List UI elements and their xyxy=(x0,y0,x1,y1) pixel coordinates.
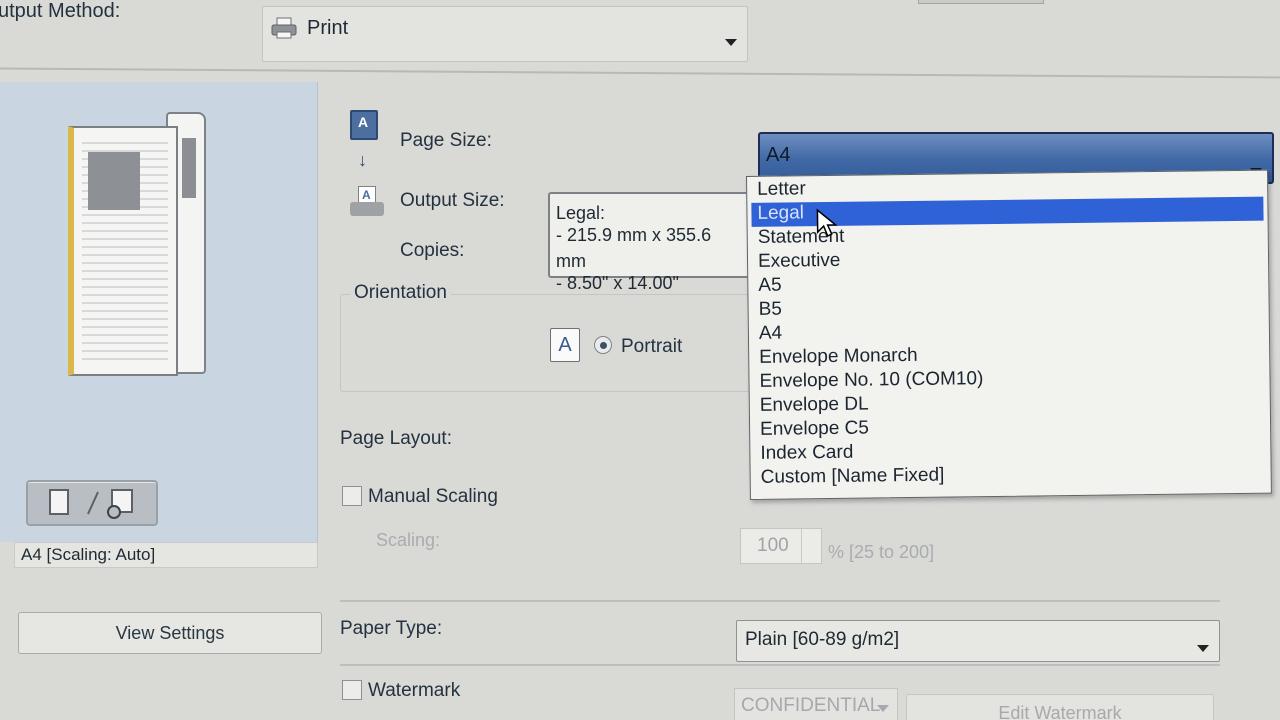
watermark-label[interactable]: Watermark xyxy=(368,680,460,702)
dropdown-option[interactable]: Envelope DL xyxy=(760,394,869,419)
paper-type-label: Paper Type: xyxy=(340,618,443,639)
dropdown-option[interactable]: A4 xyxy=(759,323,783,347)
preview-page xyxy=(68,126,178,376)
preview-image-placeholder xyxy=(88,152,140,210)
dropdown-option[interactable]: Letter xyxy=(757,178,806,203)
portrait-icon: A xyxy=(550,328,580,362)
output-size-label: Output Size: xyxy=(400,190,505,211)
dropdown-option[interactable]: Envelope No. 10 (COM10) xyxy=(759,368,983,395)
manual-scaling-checkbox[interactable] xyxy=(342,486,362,506)
page-size-icon xyxy=(350,110,378,140)
page-layout-label: Page Layout: xyxy=(340,428,452,449)
dropdown-option[interactable]: Executive xyxy=(758,250,841,275)
view-settings-button[interactable]: View Settings xyxy=(18,612,322,654)
tooltip-line-inch: - 8.50" x 14.00" xyxy=(556,273,679,293)
page-size-label: Page Size: xyxy=(400,130,492,151)
preview-panel xyxy=(0,82,318,542)
copies-label: Copies: xyxy=(400,240,465,261)
chevron-down-icon xyxy=(1197,645,1209,652)
divider xyxy=(340,664,1220,666)
orientation-title: Orientation xyxy=(350,282,451,304)
manual-scaling-label[interactable]: Manual Scaling xyxy=(368,486,498,508)
watermark-value: CONFIDENTIAL xyxy=(741,695,881,716)
output-method-label: utput Method: xyxy=(0,0,121,22)
scaling-spinner[interactable]: 100 xyxy=(740,528,822,564)
preview-layout-toggle[interactable] xyxy=(26,480,158,526)
portrait-label[interactable]: Portrait xyxy=(621,336,682,358)
watermark-checkbox[interactable] xyxy=(342,680,362,700)
paper-type-value: Plain [60-89 g/m2] xyxy=(745,629,900,650)
scaling-value: 100 xyxy=(757,535,789,556)
output-method-select[interactable]: Print xyxy=(262,6,748,62)
output-tray-icon xyxy=(350,186,384,216)
preview-caption: A4 [Scaling: Auto] xyxy=(14,542,318,568)
chevron-down-icon xyxy=(725,39,737,46)
top-right-button[interactable] xyxy=(918,0,1044,4)
watermark-select[interactable]: CONFIDENTIAL xyxy=(734,688,898,720)
printer-icon xyxy=(271,17,297,39)
dropdown-option[interactable]: A5 xyxy=(758,275,782,299)
portrait-radio[interactable] xyxy=(594,336,612,354)
dropdown-option[interactable]: Envelope C5 xyxy=(760,418,869,443)
scaling-range: % [25 to 200] xyxy=(828,542,935,562)
size-tooltip: Legal: - 215.9 mm x 355.6 mm - 8.50" x 1… xyxy=(548,192,754,293)
dropdown-option[interactable]: Envelope Monarch xyxy=(759,345,918,371)
mouse-cursor-icon xyxy=(816,208,838,238)
arrow-down-icon: ↓ xyxy=(358,150,367,170)
page-layout-icon xyxy=(49,489,133,519)
dropdown-option[interactable]: Custom [Name Fixed] xyxy=(761,465,945,491)
dropdown-option[interactable]: B5 xyxy=(759,299,783,323)
top-divider xyxy=(0,67,1280,79)
paper-type-select[interactable]: Plain [60-89 g/m2] xyxy=(736,620,1220,662)
edit-watermark-button[interactable]: Edit Watermark xyxy=(906,694,1214,720)
divider xyxy=(340,600,1220,602)
page-size-dropdown[interactable]: Letter Legal Statement Executive A5 B5 A4 Envel… xyxy=(746,169,1272,500)
tooltip-line-mm: - 215.9 mm x 355.6 mm xyxy=(556,225,712,271)
chevron-down-icon xyxy=(877,705,889,712)
dropdown-option[interactable]: Index Card xyxy=(760,442,853,467)
output-method-value: Print xyxy=(307,17,349,39)
page-size-value: A4 xyxy=(766,144,791,166)
spinner-arrows-icon[interactable] xyxy=(801,529,821,563)
scaling-label: Scaling: xyxy=(376,530,441,550)
